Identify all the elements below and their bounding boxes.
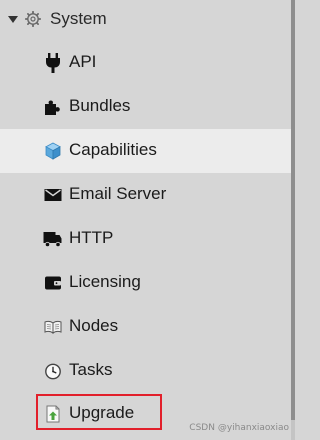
sidebar-item-capabilities[interactable]: Capabilities [0, 129, 291, 173]
caret-down-icon[interactable] [8, 16, 18, 23]
cube-icon [45, 142, 61, 160]
puzzle-icon [45, 100, 60, 115]
section-label: System [50, 9, 107, 28]
sidebar-item-label: Nodes [69, 316, 119, 335]
sidebar-item-label: Tasks [69, 360, 113, 379]
plug-icon [46, 53, 60, 73]
sidebar-item-label: API [69, 52, 97, 71]
envelope-icon [44, 189, 62, 201]
sidebar-item-api[interactable]: API [0, 41, 291, 85]
scrollbar-thumb[interactable] [291, 0, 295, 420]
sidebar-item-nodes[interactable]: Nodes [0, 305, 291, 349]
sidebar-item-licensing[interactable]: Licensing [0, 261, 291, 305]
truck-icon [43, 232, 62, 248]
wallet-icon [45, 276, 61, 290]
upgrade-icon [46, 405, 60, 423]
book-icon [44, 320, 62, 334]
sidebar-item-label: HTTP [69, 228, 114, 247]
sidebar-item-email-server[interactable]: Email Server [0, 173, 291, 217]
clock-icon [45, 363, 61, 380]
sidebar-item-label: Upgrade [69, 403, 135, 422]
gear-icon [25, 11, 41, 27]
vertical-scrollbar[interactable] [291, 0, 295, 440]
sidebar-item-http[interactable]: HTTP [0, 217, 291, 261]
sidebar-item-label: Bundles [69, 96, 131, 115]
sidebar-item-label: Email Server [69, 184, 167, 203]
section-system[interactable]: System [0, 0, 291, 38]
sidebar-item-label: Capabilities [69, 140, 157, 159]
sidebar-item-label: Licensing [69, 272, 141, 291]
sidebar-item-tasks[interactable]: Tasks [0, 349, 291, 393]
sidebar-item-bundles[interactable]: Bundles [0, 85, 291, 129]
watermark: CSDN @yihanxiaoxiao [189, 423, 289, 433]
sidebar-panel: System API Bundles Capabilities Email Se… [0, 0, 291, 440]
